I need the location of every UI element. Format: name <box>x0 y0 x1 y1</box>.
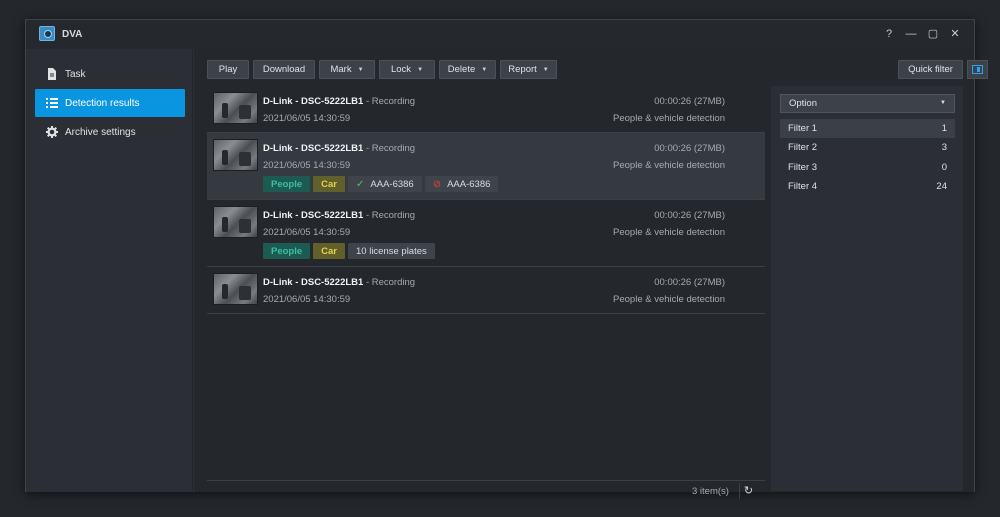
download-button[interactable]: Download <box>253 60 315 79</box>
dva-app-icon <box>39 26 55 41</box>
plate-number: AAA-6386 <box>370 178 414 190</box>
gear-icon <box>46 126 58 138</box>
detection-results-list: D-Link - DSC-5222LB1 - Recording 2021/06… <box>207 86 765 491</box>
timestamp: 2021/06/05 14:30:59 <box>263 113 351 124</box>
duration: 00:00:26 (27MB) <box>654 210 725 221</box>
video-thumbnail[interactable] <box>213 139 258 171</box>
main-content: Play Download Mark ▼ Lock ▼ Delete ▼ Report… <box>194 49 988 499</box>
side-panel-icon <box>972 65 983 74</box>
sidebar-item-archive-settings[interactable]: Archive settings <box>35 118 185 146</box>
toolbar: Play Download Mark ▼ Lock ▼ Delete ▼ Report… <box>207 60 557 79</box>
video-thumbnail[interactable] <box>213 92 258 124</box>
video-thumbnail[interactable] <box>213 273 258 305</box>
delete-button[interactable]: Delete ▼ <box>439 60 496 79</box>
sidebar: Task Detection results Archive settings <box>26 49 193 492</box>
list-item[interactable]: D-Link - DSC-5222LB1 - Recording 2021/06… <box>207 133 765 200</box>
report-button[interactable]: Report ▼ <box>500 60 557 79</box>
play-button[interactable]: Play <box>207 60 249 79</box>
filter-count: 0 <box>941 162 947 173</box>
help-icon[interactable]: ? <box>880 26 898 42</box>
maximize-icon[interactable]: ▢ <box>924 26 942 42</box>
people-tag[interactable]: People <box>263 243 311 259</box>
sidebar-item-label: Detection results <box>65 97 140 109</box>
tag-list: People Car 10 license plates <box>263 243 435 259</box>
camera-name: D-Link - DSC-5222LB1 - Recording <box>263 210 416 221</box>
video-thumbnail[interactable] <box>213 206 258 238</box>
quick-filter-label: Quick filter <box>908 64 953 75</box>
filter-count: 24 <box>936 181 947 192</box>
delete-button-label: Delete <box>447 64 476 75</box>
list-item[interactable]: D-Link - DSC-5222LB1 - Recording 2021/06… <box>207 200 765 267</box>
play-button-label: Play <box>218 64 238 75</box>
detection-type: People & vehicle detection <box>613 227 725 238</box>
duration: 00:00:26 (27MB) <box>654 96 725 107</box>
chevron-down-icon: ▼ <box>417 66 424 73</box>
option-select-value: Option <box>789 98 817 109</box>
sidebar-item-label: Archive settings <box>65 126 136 138</box>
footer-divider <box>207 480 765 481</box>
app-title: DVA <box>62 29 83 40</box>
car-tag[interactable]: Car <box>313 243 345 259</box>
filter-label: Filter 4 <box>788 181 818 192</box>
blocked-icon: ⊘ <box>432 178 442 190</box>
check-icon: ✓ <box>356 178 365 190</box>
tag-list: People Car ✓ AAA-6386 ⊘ AAA-6386 <box>263 176 499 192</box>
filter-label: Filter 3 <box>788 162 818 173</box>
report-button-label: Report <box>508 64 537 75</box>
refresh-icon[interactable]: ↻ <box>739 483 757 499</box>
sidebar-item-detection-results[interactable]: Detection results <box>35 89 185 117</box>
license-plates-tag[interactable]: 10 license plates <box>348 243 435 259</box>
filter-item-2[interactable]: Filter 2 3 <box>780 138 955 157</box>
camera-name: D-Link - DSC-5222LB1 - Recording <box>263 277 416 288</box>
plate-allowed-tag[interactable]: ✓ AAA-6386 <box>348 176 422 192</box>
list-item[interactable]: D-Link - DSC-5222LB1 - Recording 2021/06… <box>207 86 765 133</box>
lock-button-label: Lock <box>390 64 412 75</box>
timestamp: 2021/06/05 14:30:59 <box>263 227 351 238</box>
close-icon[interactable]: ✕ <box>946 26 964 42</box>
camera-name: D-Link - DSC-5222LB1 - Recording <box>263 96 416 107</box>
sidebar-item-label: Task <box>65 68 86 80</box>
minimize-icon[interactable]: — <box>902 26 920 42</box>
app-window: DVA ? — ▢ ✕ Task Detection results Archi… <box>25 19 988 499</box>
chevron-down-icon: ▼ <box>481 66 488 73</box>
plate-number: AAA-6386 <box>447 178 491 190</box>
filter-count: 1 <box>941 123 947 134</box>
item-count: 3 item(s) <box>692 486 729 497</box>
mark-button[interactable]: Mark ▼ <box>319 60 375 79</box>
chevron-down-icon: ▼ <box>357 66 364 73</box>
mark-button-label: Mark <box>330 64 352 75</box>
duration: 00:00:26 (27MB) <box>654 277 725 288</box>
people-tag[interactable]: People <box>263 176 311 192</box>
document-icon <box>46 68 58 80</box>
detection-type: People & vehicle detection <box>613 294 725 305</box>
list-item[interactable]: D-Link - DSC-5222LB1 - Recording 2021/06… <box>207 267 765 314</box>
car-tag[interactable]: Car <box>313 176 345 192</box>
filter-count: 3 <box>941 142 947 153</box>
filter-label: Filter 1 <box>788 123 818 134</box>
timestamp: 2021/06/05 14:30:59 <box>263 294 351 305</box>
detection-type: People & vehicle detection <box>613 160 725 171</box>
filter-panel: Option ▼ Filter 1 1 Filter 2 3 Filter 3 0 Fi… <box>771 86 963 491</box>
title-bar: DVA ? — ▢ ✕ <box>26 20 974 49</box>
option-select[interactable]: Option ▼ <box>780 94 955 113</box>
list-icon <box>46 97 58 109</box>
download-button-label: Download <box>262 64 306 75</box>
duration: 00:00:26 (27MB) <box>654 143 725 154</box>
camera-name: D-Link - DSC-5222LB1 - Recording <box>263 143 416 154</box>
detection-type: People & vehicle detection <box>613 113 725 124</box>
toggle-panel-button[interactable] <box>967 60 988 79</box>
filter-label: Filter 2 <box>788 142 818 153</box>
lock-button[interactable]: Lock ▼ <box>379 60 435 79</box>
filter-item-3[interactable]: Filter 3 0 <box>780 158 955 177</box>
filter-item-1[interactable]: Filter 1 1 <box>780 119 955 138</box>
quick-filter-button[interactable]: Quick filter <box>898 60 963 79</box>
chevron-down-icon: ▼ <box>542 66 549 73</box>
chevron-down-icon: ▼ <box>940 100 946 106</box>
timestamp: 2021/06/05 14:30:59 <box>263 160 351 171</box>
sidebar-item-task[interactable]: Task <box>35 60 185 88</box>
filter-item-4[interactable]: Filter 4 24 <box>780 177 955 196</box>
plate-blocked-tag[interactable]: ⊘ AAA-6386 <box>424 176 499 192</box>
